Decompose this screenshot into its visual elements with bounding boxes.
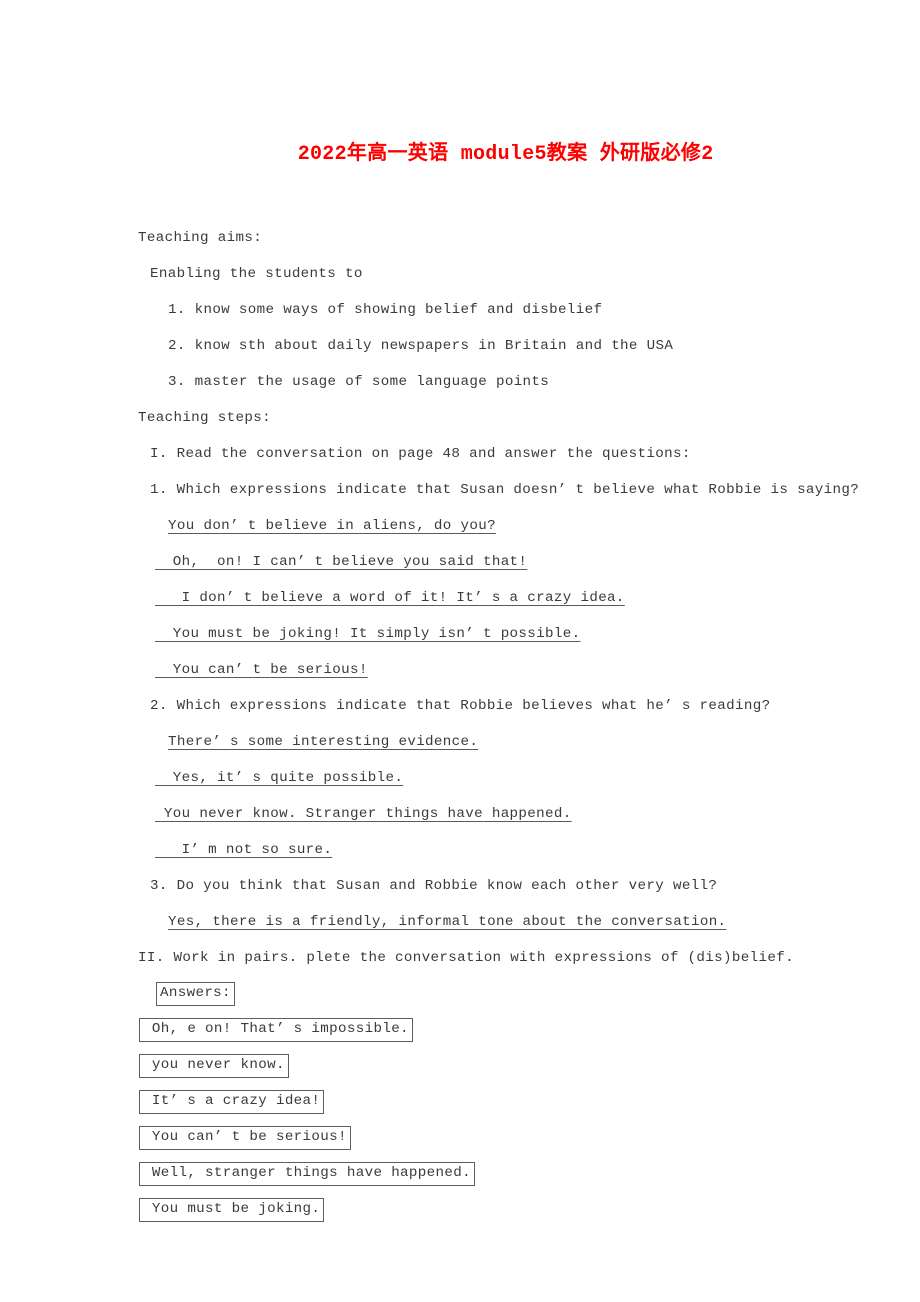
answers-label-row: Answers:: [138, 976, 824, 1012]
underlined-text: You never know. Stranger things have hap…: [155, 806, 572, 822]
boxed-answer-row: You can’ t be serious!: [138, 1120, 824, 1156]
teaching-aims-heading: Teaching aims:: [138, 230, 263, 246]
question-2-answer-2: Yes, it’ s quite possible.: [138, 760, 824, 796]
teaching-steps-heading: Teaching steps:: [138, 410, 271, 426]
underlined-text: There’ s some interesting evidence.: [168, 734, 479, 750]
boxed-answer-row: You must be joking.: [138, 1192, 824, 1228]
question-1-answer-2: Oh, on! I can’ t believe you said that!: [138, 544, 824, 580]
question-1: 1. Which expressions indicate that Susan…: [150, 482, 860, 498]
question-3: 3. Do you think that Susan and Robbie kn…: [150, 878, 718, 894]
boxed-answer-row: Oh, e on! That’ s impossible.: [138, 1012, 824, 1048]
enabling-line: Enabling the students to: [150, 266, 363, 282]
underlined-text: I’ m not so sure.: [155, 842, 333, 858]
answers-label-box: Answers:: [156, 981, 235, 1006]
boxed-answer-row: you never know.: [138, 1048, 824, 1084]
page-title: 2022年高一英语 module5教案 外研版必修2: [138, 0, 824, 191]
boxed-answer-2: you never know.: [139, 1053, 289, 1078]
boxed-answer-row: It’ s a crazy idea!: [138, 1084, 824, 1120]
boxed-answer-1: Oh, e on! That’ s impossible.: [139, 1017, 413, 1042]
teaching-aim-item-1: 1. know some ways of showing belief and …: [168, 302, 603, 318]
teaching-aim-item-2: 2. know sth about daily newspapers in Br…: [168, 338, 674, 354]
question-1-answer-3: I don’ t believe a word of it! It’ s a c…: [138, 580, 824, 616]
step-one-heading: I. Read the conversation on page 48 and …: [150, 446, 691, 462]
underlined-text: You can’ t be serious!: [155, 662, 368, 678]
boxed-answer-5: Well, stranger things have happened.: [139, 1161, 475, 1186]
underlined-text: Yes, it’ s quite possible.: [155, 770, 404, 786]
question-3-answer-1: Yes, there is a friendly, informal tone …: [138, 904, 824, 940]
underlined-text: I don’ t believe a word of it! It’ s a c…: [155, 590, 625, 606]
document-page: 2022年高一英语 module5教案 外研版必修2 Teaching aims…: [0, 0, 920, 1302]
underlined-text: Oh, on! I can’ t believe you said that!: [155, 554, 528, 570]
question-2-answer-4: I’ m not so sure.: [138, 832, 824, 868]
page-title-text: 2022年高一英语 module5教案 外研版必修2: [297, 143, 714, 166]
question-1-answer-5: You can’ t be serious!: [138, 652, 824, 688]
boxed-answer-3: It’ s a crazy idea!: [139, 1089, 325, 1114]
underlined-text: You must be joking! It simply isn’ t pos…: [155, 626, 581, 642]
question-2: 2. Which expressions indicate that Robbi…: [150, 698, 771, 714]
underlined-text: You don’ t believe in aliens, do you?: [168, 518, 496, 534]
question-2-answer-3: You never know. Stranger things have hap…: [138, 796, 824, 832]
teaching-aim-item-3: 3. master the usage of some language poi…: [168, 374, 550, 390]
boxed-answer-row: Well, stranger things have happened.: [138, 1156, 824, 1192]
boxed-answer-6: You must be joking.: [139, 1197, 325, 1222]
question-2-answer-1: There’ s some interesting evidence.: [138, 724, 824, 760]
boxed-answer-4: You can’ t be serious!: [139, 1125, 351, 1150]
step-two-heading: II. Work in pairs. plete the conversatio…: [138, 950, 794, 966]
question-1-answer-4: You must be joking! It simply isn’ t pos…: [138, 616, 824, 652]
underlined-text: Yes, there is a friendly, informal tone …: [168, 914, 727, 930]
question-1-answer-1: You don’ t believe in aliens, do you?: [138, 508, 824, 544]
